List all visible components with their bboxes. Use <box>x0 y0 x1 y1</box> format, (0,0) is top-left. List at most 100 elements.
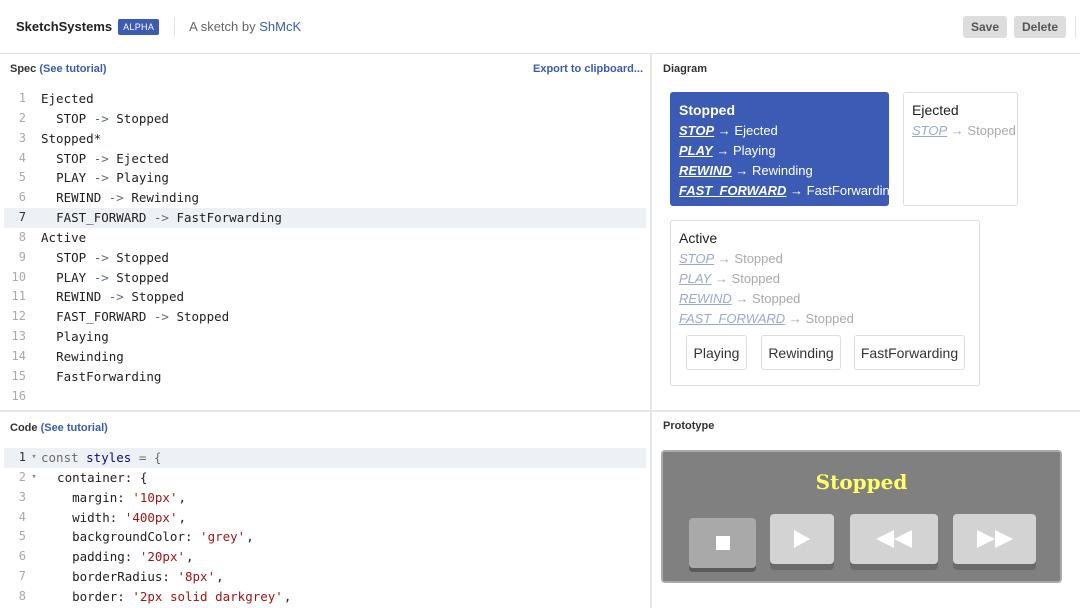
gutter-spacer <box>28 109 40 129</box>
transition-arrow: → <box>950 123 964 138</box>
code-line-text: margin: '10px', <box>40 488 186 508</box>
line-number: 15 <box>11 368 26 383</box>
spec-line[interactable]: 12 FAST_FORWARD -> Stopped <box>4 307 646 327</box>
spec-arrow: -> <box>101 190 132 206</box>
transition-event-link[interactable]: STOP <box>912 123 947 138</box>
spec-token: PLAY <box>56 269 87 285</box>
spec-arrow: -> <box>146 210 177 226</box>
spec-target: Stopped <box>116 249 169 265</box>
state-name: Stopped <box>679 102 735 118</box>
transition-event-link[interactable]: FAST_FORWARD <box>679 183 786 198</box>
code-line[interactable]: 5 backgroundColor: 'grey', <box>4 527 646 547</box>
line-number: 4 <box>18 509 26 524</box>
spec-line[interactable]: 16 <box>4 387 646 407</box>
code-line[interactable]: 3 margin: '10px', <box>4 488 646 508</box>
rewind-button[interactable] <box>850 514 938 564</box>
fast-forward-button[interactable] <box>953 514 1036 564</box>
transition-arrow: → <box>735 163 749 178</box>
right-horizontal-splitter[interactable] <box>652 410 1080 412</box>
state-rewinding[interactable]: Rewinding <box>761 335 841 370</box>
spec-line-text: FAST_FORWARD -> Stopped <box>40 307 229 327</box>
spec-editor[interactable]: 1 Ejected 2 STOP -> Stopped 3 Stopped* 4 STOP… <box>4 89 646 407</box>
spec-line[interactable]: 11 REWIND -> Stopped <box>4 287 646 307</box>
save-button[interactable]: Save <box>963 16 1008 38</box>
spec-line-text: STOP -> Ejected <box>40 149 169 169</box>
line-number: 13 <box>11 329 26 344</box>
spec-line[interactable]: 15 FastForwarding <box>4 367 646 387</box>
export-clipboard-link[interactable]: Export to clipboard... <box>533 63 643 75</box>
code-line[interactable]: 8 border: '2px solid darkgrey', <box>4 587 646 607</box>
transition-arrow: → <box>717 123 731 138</box>
spec-line-text: Ejected <box>40 89 94 109</box>
spec-line[interactable]: 14 Rewinding <box>4 347 646 367</box>
delete-button[interactable]: Delete <box>1014 16 1067 38</box>
line-number: 4 <box>18 150 26 165</box>
state-stopped[interactable]: Stopped STOP → Ejected PLAY → Playing REWI… <box>670 92 897 206</box>
transition-event-link[interactable]: STOP <box>679 123 714 138</box>
spec-line[interactable]: 8 Active <box>4 228 646 248</box>
transition-event-link[interactable]: REWIND <box>679 291 732 306</box>
state-name: Active <box>679 230 718 246</box>
play-button[interactable] <box>770 514 834 564</box>
spec-line[interactable]: 9 STOP -> Stopped <box>4 248 646 268</box>
transition-event-link[interactable]: REWIND <box>679 163 732 178</box>
transition-event-link[interactable]: PLAY <box>679 143 713 158</box>
transition-event-link[interactable]: FAST_FORWARD <box>679 311 785 326</box>
spec-line[interactable]: 10 PLAY -> Stopped <box>4 268 646 288</box>
gutter-spacer <box>28 129 40 149</box>
code-line-text: width: '400px', <box>40 508 186 528</box>
brand-name[interactable]: SketchSystems <box>16 19 112 34</box>
spec-line[interactable]: 3 Stopped* <box>4 129 646 149</box>
code-line[interactable]: 6 padding: '20px', <box>4 547 646 567</box>
spec-line-text: Rewinding <box>40 347 124 367</box>
code-line[interactable]: 2 ▾ container: { <box>4 468 646 488</box>
state-active[interactable]: Active STOP → Stopped PLAY → Stopped REWIN… <box>670 220 980 386</box>
spec-line[interactable]: 5 PLAY -> Playing <box>4 168 646 188</box>
author-link[interactable]: ShMcK <box>259 19 301 34</box>
code-line[interactable]: 7 borderRadius: '8px', <box>4 567 646 587</box>
spec-line[interactable]: 6 REWIND -> Rewinding <box>4 188 646 208</box>
code-line[interactable]: 1 ▾ const styles = { <box>4 448 646 468</box>
transition: REWIND → Rewinding <box>679 161 888 181</box>
transition-target: Stopped <box>805 311 854 326</box>
spec-line[interactable]: 1 Ejected <box>4 89 646 109</box>
spec-line-text: Playing <box>40 327 109 347</box>
line-number: 7 <box>18 210 26 225</box>
spec-line[interactable]: 7 FAST_FORWARD -> FastForwarding <box>4 208 646 228</box>
spec-tutorial-link[interactable]: (See tutorial) <box>39 63 106 75</box>
line-number: 5 <box>18 529 26 544</box>
spec-token: STOP <box>56 150 87 166</box>
state-fastforwarding[interactable]: FastForwarding <box>854 335 965 370</box>
left-horizontal-splitter[interactable] <box>0 410 650 412</box>
code-token: , <box>216 569 224 585</box>
transition-event-link[interactable]: PLAY <box>679 271 711 286</box>
code-line-text: backgroundColor: 'grey', <box>40 527 254 547</box>
line-number: 6 <box>18 190 26 205</box>
spec-line[interactable]: 4 STOP -> Ejected <box>4 149 646 169</box>
state-ejected[interactable]: Ejected STOP → Stopped <box>903 92 1018 206</box>
spec-panel-title: Spec (See tutorial) <box>10 63 107 75</box>
transition-target: Rewinding <box>751 163 813 178</box>
stop-button[interactable] <box>689 518 756 568</box>
vertical-splitter[interactable] <box>650 54 652 608</box>
code-title: Code <box>10 422 38 434</box>
code-tutorial-link[interactable]: (See tutorial) <box>41 422 108 434</box>
code-token: '10px' <box>132 489 178 505</box>
code-editor[interactable]: 1 ▾ const styles = {2 ▾ container: {3 margi… <box>4 448 646 607</box>
gutter-spacer <box>28 347 40 367</box>
fold-toggle-icon <box>28 567 40 587</box>
fold-toggle-icon[interactable]: ▾ <box>28 448 40 468</box>
spec-line[interactable]: 2 STOP -> Stopped <box>4 109 646 129</box>
spec-target: Ejected <box>116 150 169 166</box>
fold-toggle-icon[interactable]: ▾ <box>28 468 40 488</box>
transition-event-link[interactable]: STOP <box>679 251 714 266</box>
code-line[interactable]: 4 width: '400px', <box>4 508 646 528</box>
spec-token: REWIND <box>56 289 102 305</box>
transition-target: FastForwarding <box>806 183 897 198</box>
state-playing[interactable]: Playing <box>686 335 747 370</box>
spec-line[interactable]: 13 Playing <box>4 327 646 347</box>
gutter-spacer <box>28 89 40 109</box>
